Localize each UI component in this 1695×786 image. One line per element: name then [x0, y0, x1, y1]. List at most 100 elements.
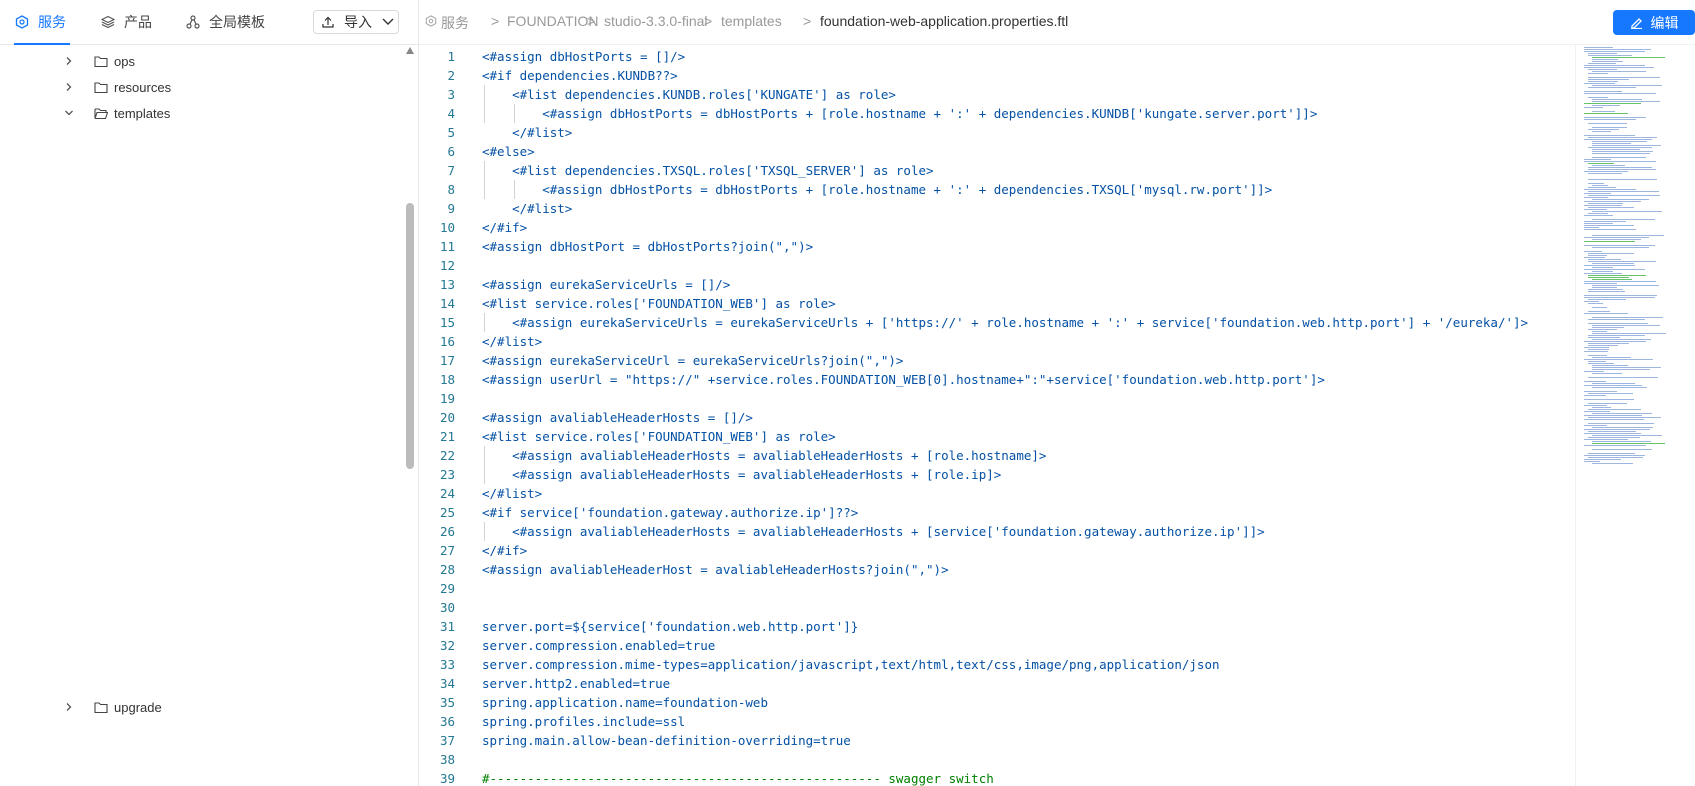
- code-text: </#if>: [482, 220, 528, 235]
- code-line[interactable]: 14 <#list service.roles['FOUNDATION_WEB']…: [419, 294, 1573, 313]
- tree-folder-label: resources: [114, 79, 172, 95]
- minimap-line: [1592, 325, 1660, 326]
- tab-product[interactable]: 产品: [100, 0, 152, 44]
- minimap-line: [1584, 415, 1642, 416]
- code-line[interactable]: 33 server.compression.mime-types=applicat…: [419, 655, 1573, 674]
- tree-scrollbar[interactable]: [405, 47, 415, 786]
- code-line[interactable]: 37 spring.main.allow-bean-definition-over…: [419, 731, 1573, 750]
- minimap-line: [1592, 185, 1608, 186]
- code-line[interactable]: 28 <#assign avaliableHeaderHost = avaliab…: [419, 560, 1573, 579]
- minimap-line: [1592, 367, 1661, 368]
- code-line[interactable]: 2 <#if dependencies.KUNDB??>: [419, 66, 1573, 85]
- minimap-line: [1584, 419, 1644, 420]
- code-line[interactable]: 34 server.http2.enabled=true: [419, 674, 1573, 693]
- breadcrumb-item[interactable]: templates: [721, 13, 782, 29]
- code-line[interactable]: 16 </#list>: [419, 332, 1573, 351]
- code-text: <#assign dbHostPorts = dbHostPorts + [ro…: [482, 182, 1273, 197]
- code-line[interactable]: 6 <#else>: [419, 142, 1573, 161]
- code-line[interactable]: 15 <#assign eurekaServiceUrls = eurekaSe…: [419, 313, 1573, 332]
- code-line[interactable]: 23 <#assign avaliableHeaderHosts = avali…: [419, 465, 1573, 484]
- minimap-line: [1584, 433, 1641, 434]
- minimap-line: [1588, 303, 1603, 304]
- breadcrumb-item[interactable]: FOUNDATION: [507, 13, 599, 29]
- code-line[interactable]: 7 <#list dependencies.TXSQL.roles['TXSQL…: [419, 161, 1573, 180]
- minimap-line: [1592, 407, 1611, 408]
- scroll-up-arrow[interactable]: [406, 47, 414, 54]
- code-line[interactable]: 27 </#if>: [419, 541, 1573, 560]
- code-line[interactable]: 13 <#assign eurekaServiceUrls = []/>: [419, 275, 1573, 294]
- breadcrumb-item[interactable]: studio-3.3.0-final: [604, 13, 708, 29]
- code-line[interactable]: 20 <#assign avaliableHeaderHosts = []/>: [419, 408, 1573, 427]
- code-line[interactable]: 3 <#list dependencies.KUNDB.roles['KUNGA…: [419, 85, 1573, 104]
- code-line[interactable]: 22 <#assign avaliableHeaderHosts = avali…: [419, 446, 1573, 465]
- minimap-line: [1592, 149, 1640, 150]
- chevron-right-icon[interactable]: [64, 702, 74, 712]
- scroll-thumb[interactable]: [406, 203, 414, 469]
- code-line[interactable]: 12: [419, 256, 1573, 275]
- code-line[interactable]: 30: [419, 598, 1573, 617]
- code-line[interactable]: 31 server.port=${service['foundation.web.…: [419, 617, 1573, 636]
- minimap-line: [1584, 257, 1605, 258]
- minimap-line: [1592, 449, 1652, 450]
- minimap-line: [1584, 301, 1599, 302]
- code-line[interactable]: 29: [419, 579, 1573, 598]
- tab-service[interactable]: 服务: [14, 0, 70, 45]
- folder-icon: [94, 80, 108, 94]
- minimap-line: [1588, 291, 1625, 292]
- minimap-line: [1584, 119, 1636, 120]
- code-line[interactable]: 4 <#assign dbHostPorts = dbHostPorts + […: [419, 104, 1573, 123]
- minimap[interactable]: [1575, 45, 1695, 786]
- code-line[interactable]: 26 <#assign avaliableHeaderHosts = avali…: [419, 522, 1573, 541]
- minimap-line: [1584, 223, 1613, 224]
- code-line[interactable]: 5 </#list>: [419, 123, 1573, 142]
- minimap-line: [1588, 187, 1616, 188]
- code-line[interactable]: 10 </#if>: [419, 218, 1573, 237]
- minimap-line: [1584, 103, 1641, 104]
- code-line[interactable]: 25 <#if service['foundation.gateway.autho…: [419, 503, 1573, 522]
- code-line[interactable]: 17 <#assign eurekaServiceUrl = eurekaServ…: [419, 351, 1573, 370]
- tree-folder[interactable]: templates: [14, 99, 386, 127]
- code-line[interactable]: 18 <#assign userUrl = "https://" +service…: [419, 370, 1573, 389]
- minimap-line: [1588, 277, 1629, 278]
- code-line[interactable]: 21 <#list service.roles['FOUNDATION_WEB']…: [419, 427, 1573, 446]
- minimap-line: [1592, 327, 1624, 328]
- code-line[interactable]: 35 spring.application.name=foundation-web: [419, 693, 1573, 712]
- code-line[interactable]: 39 #-------------------------------------…: [419, 769, 1573, 786]
- line-number: 36: [439, 714, 455, 729]
- minimap-line: [1584, 215, 1613, 216]
- minimap-line: [1588, 403, 1627, 404]
- code-line[interactable]: 38: [419, 750, 1573, 769]
- code-line[interactable]: 36 spring.profiles.include=ssl: [419, 712, 1573, 731]
- minimap-line: [1592, 413, 1652, 414]
- minimap-line: [1592, 443, 1665, 444]
- code-line[interactable]: 32 server.compression.enabled=true: [419, 636, 1573, 655]
- minimap-line: [1584, 65, 1645, 66]
- breadcrumb-item[interactable]: 服务: [441, 13, 469, 33]
- line-number: 6: [447, 144, 455, 159]
- code-line[interactable]: 9 </#list>: [419, 199, 1573, 218]
- code-line[interactable]: 8 <#assign dbHostPorts = dbHostPorts + […: [419, 180, 1573, 199]
- code-text: <#if dependencies.KUNDB??>: [482, 68, 678, 83]
- minimap-line: [1592, 61, 1623, 62]
- minimap-line: [1584, 171, 1628, 172]
- chevron-right-icon[interactable]: [64, 56, 74, 66]
- code-line[interactable]: 11 <#assign dbHostPort = dbHostPorts?join…: [419, 237, 1573, 256]
- minimap-line: [1592, 71, 1646, 72]
- code-line[interactable]: 19: [419, 389, 1573, 408]
- minimap-line: [1588, 393, 1633, 394]
- chevron-right-icon[interactable]: [64, 82, 74, 92]
- chevron-down-icon[interactable]: [64, 108, 74, 118]
- tree-folder[interactable]: upgrade: [14, 693, 386, 721]
- code-editor[interactable]: 1 <#assign dbHostPorts = []/> 2 <#if depend…: [419, 45, 1573, 786]
- import-button[interactable]: 导入: [313, 10, 399, 34]
- edit-button[interactable]: 编辑: [1613, 10, 1695, 35]
- tree-folder[interactable]: ops: [14, 47, 386, 75]
- code-text: <#assign avaliableHeaderHosts = avaliabl…: [482, 448, 1047, 463]
- code-line[interactable]: 1 <#assign dbHostPorts = []/>: [419, 47, 1573, 66]
- code-text: <#list dependencies.KUNDB.roles['KUNGATE…: [482, 87, 896, 102]
- tree-folder[interactable]: resources: [14, 73, 386, 101]
- minimap-line: [1588, 453, 1635, 454]
- minimap-line: [1592, 387, 1647, 388]
- code-line[interactable]: 24 </#list>: [419, 484, 1573, 503]
- tab-global-templates[interactable]: 全局模板: [185, 0, 265, 44]
